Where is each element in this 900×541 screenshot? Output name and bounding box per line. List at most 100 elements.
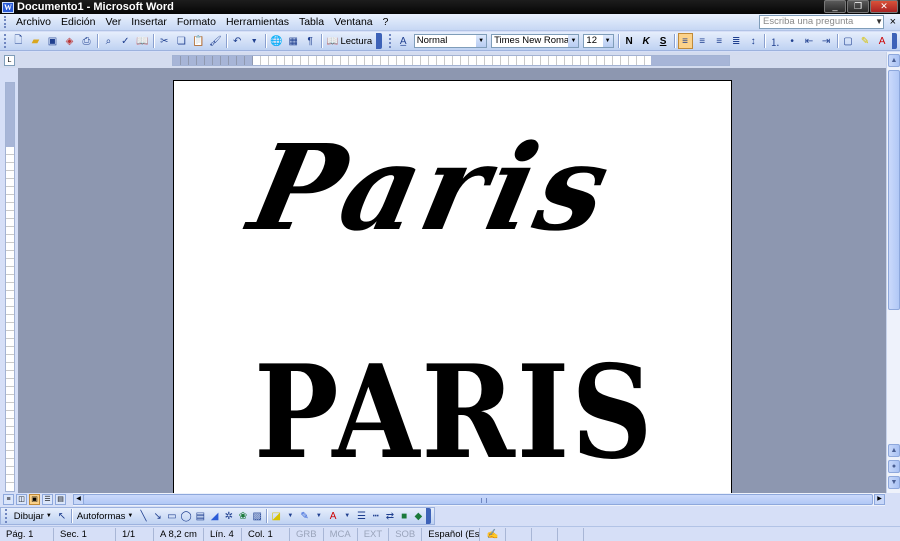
clipart-icon[interactable]: ❀ — [237, 508, 249, 524]
spelling-status-icon[interactable]: ✍ — [480, 527, 507, 541]
vertical-scrollbar[interactable]: ▲ ▲ ● ▼ — [886, 52, 900, 493]
vertical-ruler[interactable] — [5, 82, 15, 492]
permission-icon[interactable]: ◈ — [62, 33, 77, 49]
font-color-dropdown-icon[interactable]: ▼ — [341, 508, 353, 524]
shadow-style-icon[interactable]: ■ — [398, 508, 410, 524]
style-dropdown-icon[interactable]: ▼ — [476, 35, 487, 47]
menu-ventana[interactable]: Ventana — [329, 16, 378, 28]
drawing-font-color-icon[interactable]: A — [327, 508, 339, 524]
drawing-toolbar-grip[interactable] — [5, 509, 8, 523]
reading-view-icon[interactable]: ▤ — [55, 494, 66, 505]
normal-view-icon[interactable]: ≡ — [3, 494, 14, 505]
toolbar-options-chevron[interactable] — [376, 33, 382, 49]
document-map-icon[interactable]: ¶ — [303, 33, 318, 49]
line-spacing-icon[interactable]: ↕ — [746, 33, 761, 49]
menu-herramientas[interactable]: Herramientas — [221, 16, 294, 28]
status-record-macro[interactable]: GRB — [290, 527, 324, 541]
help-dropdown-icon[interactable]: ▼ — [875, 17, 883, 26]
borders-icon[interactable]: ▢ — [841, 33, 856, 49]
menu-grip[interactable] — [4, 16, 7, 28]
menu-archivo[interactable]: Archivo — [11, 16, 56, 28]
decrease-indent-icon[interactable]: ⇤ — [802, 33, 817, 49]
document-page[interactable]: Paris PARIS — [173, 80, 732, 493]
new-document-icon[interactable]: 🗋 — [11, 33, 26, 49]
toolbar-grip[interactable] — [4, 34, 7, 48]
outline-view-icon[interactable]: ☰ — [42, 494, 53, 505]
font-color-icon[interactable]: A — [875, 33, 890, 49]
vertical-scroll-thumb[interactable] — [888, 70, 900, 310]
previous-page-button[interactable]: ▲ — [888, 444, 900, 457]
word-app-icon[interactable]: W — [2, 1, 14, 13]
menu-help[interactable]: ? — [378, 16, 394, 28]
align-left-icon[interactable]: ≡ — [677, 33, 693, 49]
underline-button[interactable]: S — [656, 33, 671, 49]
menu-tabla[interactable]: Tabla — [294, 16, 329, 28]
table-icon[interactable]: ▦ — [286, 33, 301, 49]
status-track-changes[interactable]: MCA — [324, 527, 358, 541]
italic-button[interactable]: K — [639, 33, 654, 49]
autoshapes-button[interactable]: Autoformas ▼ — [74, 511, 137, 522]
status-language[interactable]: Español (Esp — [422, 527, 481, 541]
next-page-button[interactable]: ▼ — [888, 476, 900, 489]
line-style-icon[interactable]: ☰ — [355, 508, 367, 524]
size-combo[interactable]: 12 ▼ — [583, 34, 614, 48]
styles-pane-icon[interactable]: A̲ — [396, 33, 411, 49]
browse-object-button[interactable]: ● — [888, 460, 900, 473]
fill-color-icon[interactable]: ◪ — [270, 508, 282, 524]
undo-icon[interactable]: ↶ — [230, 33, 245, 49]
select-objects-icon[interactable]: ↖ — [56, 508, 68, 524]
3d-style-icon[interactable]: ◆ — [412, 508, 424, 524]
menu-formato[interactable]: Formato — [172, 16, 221, 28]
print-icon[interactable]: ⎙ — [79, 33, 94, 49]
cut-icon[interactable]: ✂ — [157, 33, 172, 49]
minimize-button[interactable]: _ — [824, 0, 846, 13]
horizontal-scrollbar[interactable]: ◀ ▶ — [73, 493, 885, 506]
menu-insertar[interactable]: Insertar — [126, 16, 172, 28]
line-color-dropdown-icon[interactable]: ▼ — [313, 508, 325, 524]
align-center-icon[interactable]: ≡ — [695, 33, 710, 49]
close-document-icon[interactable]: × — [890, 16, 896, 28]
dash-style-icon[interactable]: ┅ — [370, 508, 382, 524]
stencil-paris-text[interactable]: PARIS — [254, 349, 654, 477]
bold-button[interactable]: N — [622, 33, 637, 49]
format-painter-icon[interactable]: 🖌 — [208, 33, 223, 49]
horizontal-scroll-thumb[interactable] — [83, 494, 873, 505]
menu-ver[interactable]: Ver — [100, 16, 126, 28]
help-question-input[interactable]: Escriba una pregunta — [759, 15, 884, 29]
status-overtype[interactable]: SOB — [389, 527, 423, 541]
status-extend-selection[interactable]: EXT — [358, 527, 390, 541]
arrow-icon[interactable]: ↘ — [152, 508, 164, 524]
bullets-icon[interactable]: • — [785, 33, 800, 49]
line-icon[interactable]: ╲ — [137, 508, 149, 524]
draw-menu-button[interactable]: Dibujar ▼ — [11, 511, 55, 522]
increase-indent-icon[interactable]: ⇥ — [819, 33, 834, 49]
spelling-icon[interactable]: ✓ — [118, 33, 133, 49]
font-combo[interactable]: Times New Roman ▼ — [491, 34, 580, 48]
arrow-style-icon[interactable]: ⇄ — [384, 508, 396, 524]
numbering-icon[interactable]: ⒈ — [768, 33, 783, 49]
drawing-options-chevron[interactable] — [426, 508, 432, 524]
oval-icon[interactable]: ◯ — [180, 508, 192, 524]
scroll-up-button[interactable]: ▲ — [888, 54, 900, 67]
picture-icon[interactable]: ▨ — [251, 508, 263, 524]
close-button[interactable]: ✕ — [870, 0, 898, 13]
copy-icon[interactable]: ❏ — [174, 33, 189, 49]
paste-icon[interactable]: 📋 — [191, 33, 206, 49]
document-workspace[interactable]: Paris PARIS — [18, 68, 886, 493]
justify-icon[interactable]: ≣ — [729, 33, 744, 49]
open-folder-icon[interactable]: ▰ — [28, 33, 43, 49]
script-paris-text[interactable]: Paris — [239, 118, 624, 257]
highlight-icon[interactable]: ✎ — [858, 33, 873, 49]
format-toolbar-grip[interactable] — [388, 34, 392, 48]
reading-mode-button[interactable]: 📖 Lectura — [324, 36, 376, 47]
save-icon[interactable]: ▣ — [45, 33, 60, 49]
fill-color-dropdown-icon[interactable]: ▼ — [284, 508, 296, 524]
horizontal-ruler[interactable] — [172, 55, 730, 66]
print-preview-icon[interactable]: ⌕ — [101, 33, 116, 49]
web-view-icon[interactable]: ◫ — [16, 494, 27, 505]
font-dropdown-icon[interactable]: ▼ — [568, 35, 579, 47]
rectangle-icon[interactable]: ▭ — [166, 508, 178, 524]
scroll-right-button[interactable]: ▶ — [874, 494, 885, 505]
restore-button[interactable]: ❐ — [847, 0, 869, 13]
research-icon[interactable]: 📖 — [135, 33, 150, 49]
